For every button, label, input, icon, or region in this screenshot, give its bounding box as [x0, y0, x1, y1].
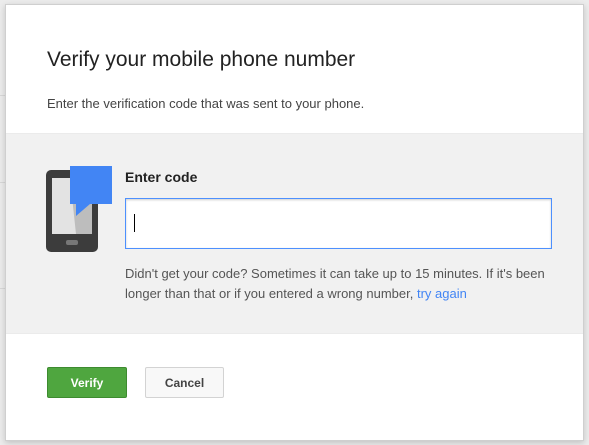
verify-phone-dialog: Verify your mobile phone number Enter th… [5, 4, 584, 441]
phone-message-icon [46, 166, 112, 252]
dialog-subtitle: Enter the verification code that was sen… [47, 96, 365, 111]
code-entry-section: Enter code Didn't get your code? Sometim… [6, 133, 583, 334]
dialog-title: Verify your mobile phone number [47, 48, 356, 71]
code-field-label: Enter code [125, 169, 198, 185]
help-text: Didn't get your code? Sometimes it can t… [125, 264, 555, 304]
cancel-button[interactable]: Cancel [145, 367, 224, 398]
verify-button[interactable]: Verify [47, 367, 127, 398]
verification-code-input[interactable] [125, 198, 552, 249]
help-message: Didn't get your code? Sometimes it can t… [125, 266, 545, 301]
text-caret [134, 214, 135, 232]
try-again-link[interactable]: try again [417, 286, 467, 301]
